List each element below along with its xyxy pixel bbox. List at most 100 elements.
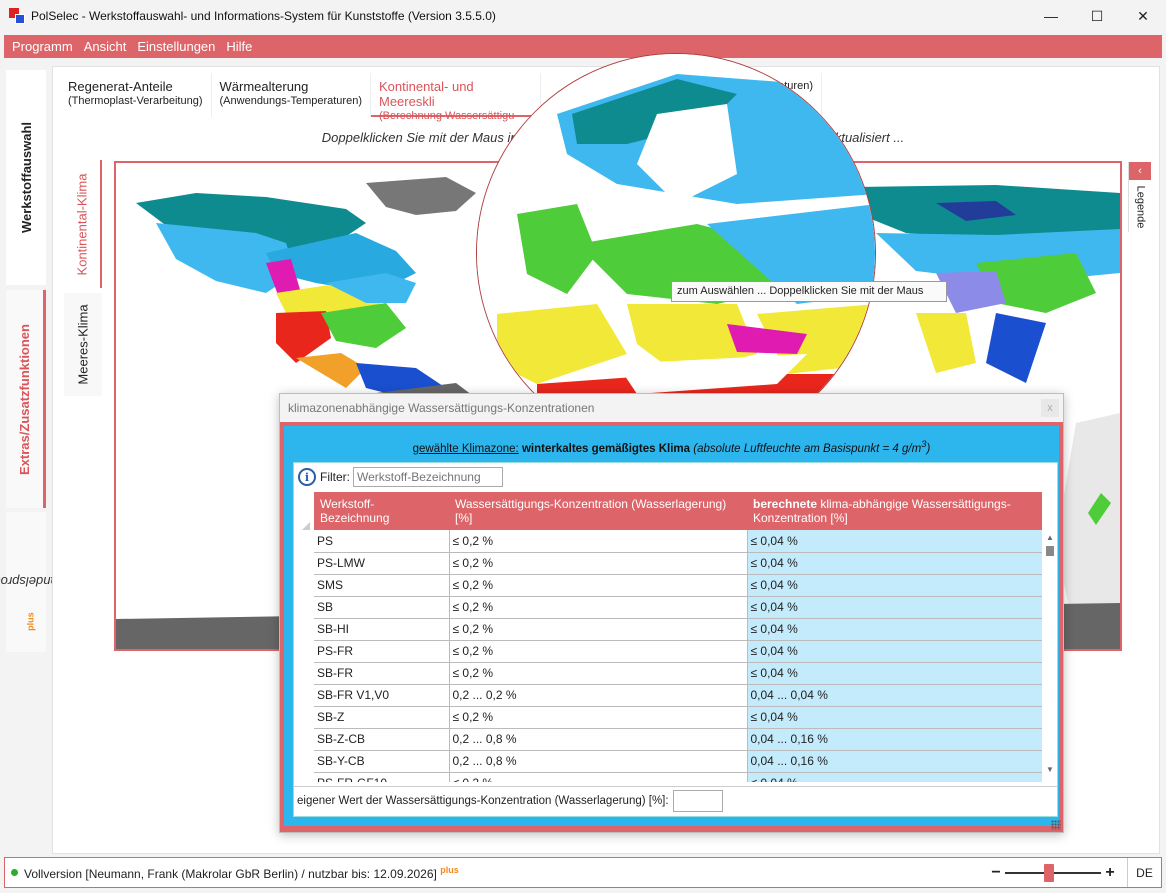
table-row[interactable]: SB-HI ≤ 0,2 % ≤ 0,04 % — [314, 618, 1042, 641]
side-tab-extras-label: Extras/Zusatzfunktionen — [17, 323, 32, 475]
menu-programm[interactable]: Programm — [8, 39, 80, 54]
menu-hilfe[interactable]: Hilfe — [222, 39, 259, 54]
zoom-out-button[interactable]: − — [989, 864, 1003, 882]
tab-kontinental-meeresklima[interactable]: Kontinental- und Meereskli (Berechnung W… — [370, 73, 541, 122]
zoom-slider[interactable] — [1005, 862, 1101, 884]
tab-waermealterung[interactable]: Wärmealterung (Anwendungs-Temperaturen) — [211, 73, 371, 117]
table-row[interactable]: PS-FR-GF10≤ 0,2 %≤ 0,04 % — [314, 772, 1042, 782]
cell-werkstoff: PS-FR-GF10 — [314, 772, 450, 782]
cell-wasserlagerung: ≤ 0,2 % — [449, 530, 748, 553]
tab-waermealterung-title: Wärmealterung — [219, 79, 309, 94]
tab-kontinental-klima-label: Kontinental-Klima — [74, 173, 90, 275]
legend-collapse-icon[interactable]: ‹ — [1129, 162, 1151, 180]
cell-klima: ≤ 0,04 % — [747, 706, 1042, 729]
klimazone-note: (absolute Luftfeuchte am Basispunkt = 4 … — [693, 439, 931, 455]
filter-label: Filter: — [320, 470, 350, 484]
filter-input[interactable] — [353, 467, 503, 487]
table-corner-icon — [302, 522, 310, 530]
cell-werkstoff: PS-FR — [314, 640, 450, 663]
table-row[interactable]: SB-Y-CB 0,2 ... 0,8 % 0,04 ... 0,16 % — [314, 750, 1042, 773]
table-row[interactable]: SB-Z-CB 0,2 ... 0,8 % 0,04 ... 0,16 % — [314, 728, 1042, 751]
plus-badge-status: plus — [440, 864, 459, 875]
license-status-icon — [11, 869, 18, 876]
material-table-area: Werkstoff-Bezeichnung Wassersättigungs-K… — [294, 492, 1057, 782]
table-row[interactable]: PS-LMW ≤ 0,2 % ≤ 0,04 % — [314, 552, 1042, 575]
cell-wasserlagerung: ≤ 0,2 % — [449, 574, 748, 597]
cell-werkstoff: SB-Y-CB — [314, 750, 450, 773]
column-header-klima[interactable]: berechnete klima-abhängige Wassersättigu… — [747, 492, 1042, 530]
cell-klima: ≤ 0,04 % — [747, 574, 1042, 597]
cell-wasserlagerung: ≤ 0,2 % — [449, 662, 748, 685]
tab-regenerat-title: Regenerat-Anteile — [68, 79, 173, 94]
menu-einstellungen[interactable]: Einstellungen — [133, 39, 222, 54]
cell-klima: ≤ 0,04 % — [747, 596, 1042, 619]
info-icon[interactable]: i — [298, 468, 316, 486]
cell-klima: 0,04 ... 0,16 % — [747, 750, 1042, 773]
resize-grip-icon[interactable] — [1051, 820, 1061, 830]
side-tab-werkstoffauswahl[interactable]: Werkstoffauswahl — [6, 70, 46, 285]
cell-wasserlagerung: ≤ 0,2 % — [449, 596, 748, 619]
cell-wasserlagerung: ≤ 0,2 % — [449, 618, 748, 641]
status-bar: Vollversion [Neumann, Frank (Makrolar Gb… — [4, 857, 1162, 888]
table-row[interactable]: SB ≤ 0,2 % ≤ 0,04 % — [314, 596, 1042, 619]
table-row[interactable]: SB-FR ≤ 0,2 % ≤ 0,04 % — [314, 662, 1042, 685]
tab-kontinental-subtitle: (Berechnung Wassersättigu — [378, 110, 515, 122]
cell-klima: ≤ 0,04 % — [747, 618, 1042, 641]
klimazone-note-post: ) — [926, 442, 931, 455]
language-selector[interactable]: DE — [1127, 858, 1161, 887]
tab-regenerat[interactable]: Regenerat-Anteile (Thermoplast-Verarbeit… — [60, 73, 212, 117]
zoom-slider-thumb[interactable] — [1043, 864, 1054, 882]
klimazone-label: gewählte Klimazone: — [412, 442, 519, 455]
window-title: PolSelec - Werkstoffauswahl- und Informa… — [31, 9, 496, 23]
tab-kontinental-klima[interactable]: Kontinental-Klima — [64, 160, 102, 288]
material-table-body: PS ≤ 0,2 % ≤ 0,04 % PS-LMW ≤ 0,2 % ≤ 0,04 % SM… — [314, 530, 1042, 782]
dialog-title: klimazonenabhängige Wassersättigungs-Kon… — [288, 401, 595, 415]
zoom-control: − + — [989, 862, 1117, 884]
maximize-button[interactable]: ☐ — [1074, 0, 1120, 32]
plus-badge: plus — [25, 612, 36, 632]
material-table: Werkstoff-Bezeichnung Wassersättigungs-K… — [314, 492, 1042, 782]
column-header-wasserlagerung[interactable]: Wassersättigungs-Konzentration (Wasserla… — [449, 492, 747, 530]
menu-bar: Programm Ansicht Einstellungen Hilfe — [4, 35, 1162, 58]
column-header-werkstoff[interactable]: Werkstoff-Bezeichnung — [314, 492, 449, 530]
table-row[interactable]: SB-Z ≤ 0,2 % ≤ 0,04 % — [314, 706, 1042, 729]
menu-ansicht[interactable]: Ansicht — [80, 39, 134, 54]
column-header-klima-bold: berechnete — [753, 497, 818, 511]
dialog-inner: gewählte Klimazone: winterkaltes gemäßig… — [284, 426, 1059, 826]
table-row[interactable]: PS ≤ 0,2 % ≤ 0,04 % — [314, 530, 1042, 553]
cell-klima: ≤ 0,04 % — [747, 552, 1042, 575]
map-tooltip: zum Auswählen ... Doppelklicken Sie mit … — [671, 281, 947, 302]
table-scrollbar[interactable]: ▲ ▼ — [1044, 532, 1056, 778]
minimize-button[interactable]: — — [1028, 0, 1074, 32]
scroll-thumb[interactable] — [1046, 546, 1054, 556]
dialog-title-bar[interactable]: klimazonenabhängige Wassersättigungs-Kon… — [280, 394, 1063, 422]
side-tab-handelsprodukte[interactable]: Handelsprodukteplus — [0, 512, 67, 652]
scroll-up-icon[interactable]: ▲ — [1044, 532, 1056, 544]
tab-waermealterung-subtitle: (Anwendungs-Temperaturen) — [219, 95, 362, 107]
cell-werkstoff: SB-Z — [314, 706, 450, 729]
zoom-in-button[interactable]: + — [1103, 864, 1117, 882]
cell-wasserlagerung: ≤ 0,2 % — [449, 552, 748, 575]
side-tab-extras[interactable]: Extras/Zusatzfunktionen — [6, 290, 46, 508]
cell-werkstoff: PS-LMW — [314, 552, 450, 575]
table-row[interactable]: SMS ≤ 0,2 % ≤ 0,04 % — [314, 574, 1042, 597]
cell-werkstoff: SMS — [314, 574, 450, 597]
own-value-input[interactable] — [672, 789, 723, 812]
legend-tab[interactable]: ‹ Legende — [1128, 162, 1151, 232]
dialog-close-button[interactable]: x — [1041, 399, 1059, 417]
table-row[interactable]: PS-FR ≤ 0,2 % ≤ 0,04 % — [314, 640, 1042, 663]
app-window: PolSelec - Werkstoffauswahl- und Informa… — [0, 0, 1166, 893]
map-region-southeast-asia — [986, 313, 1046, 383]
close-button[interactable]: ✕ — [1120, 0, 1166, 32]
cell-werkstoff: SB-FR — [314, 662, 450, 685]
dialog-body: gewählte Klimazone: winterkaltes gemäßig… — [280, 422, 1063, 832]
klimazone-line: gewählte Klimazone: winterkaltes gemäßig… — [292, 439, 1051, 461]
side-tab-handelsprodukte-label-wrap: Handelsprodukteplus — [0, 533, 67, 632]
license-text-main: Vollversion [Neumann, Frank (Makrolar Gb… — [24, 866, 437, 881]
tab-meeres-klima[interactable]: Meeres-Klima — [64, 293, 102, 396]
table-row[interactable]: SB-FR V1,V0 0,2 ... 0,2 % 0,04 ... 0,04 % — [314, 684, 1042, 707]
title-bar: PolSelec - Werkstoffauswahl- und Informa… — [0, 0, 1166, 32]
cell-werkstoff: SB — [314, 596, 450, 619]
scroll-down-icon[interactable]: ▼ — [1044, 764, 1056, 776]
legend-label: Legende — [1134, 185, 1147, 229]
